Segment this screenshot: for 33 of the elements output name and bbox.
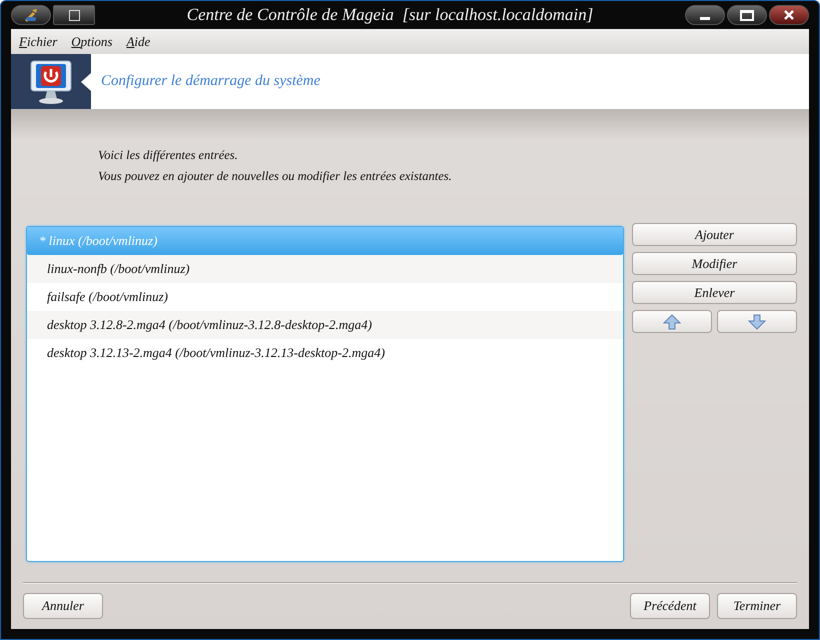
app-menu-button[interactable] <box>11 5 51 25</box>
nav-button[interactable]: Terminer <box>717 593 797 619</box>
maximize-icon <box>740 10 754 20</box>
header-pointer <box>81 72 91 90</box>
nav-button[interactable]: Précédent <box>630 593 710 619</box>
list-item[interactable]: linux-nonfb (/boot/vmlinuz) <box>27 255 623 283</box>
minimize-icon <box>700 16 710 20</box>
maximize-button[interactable] <box>727 5 767 25</box>
square-icon <box>68 10 80 20</box>
page-title: Configurer le démarrage du système <box>101 73 320 90</box>
move-up-button[interactable] <box>632 310 712 333</box>
window-button[interactable] <box>53 5 95 25</box>
menu-item[interactable]: Options <box>71 34 112 50</box>
action-button[interactable]: Ajouter <box>632 223 797 246</box>
minimize-button[interactable] <box>685 5 725 25</box>
down-arrow-icon <box>747 314 767 330</box>
list-item[interactable]: desktop 3.12.13-2.mga4 (/boot/vmlinuz-3.12.13-desktop-2.mga4) <box>27 339 623 367</box>
action-button[interactable]: Modifier <box>632 252 797 275</box>
cancel-button[interactable]: Annuler <box>23 593 103 619</box>
list-item[interactable]: failsafe (/boot/vmlinuz) <box>27 283 623 311</box>
window-title: Centre de Contrôle de Mageia [sur localhost.localdomain] <box>186 5 594 25</box>
close-button[interactable] <box>769 5 809 25</box>
move-down-button[interactable] <box>717 310 797 333</box>
menu-item[interactable]: Aide <box>126 34 150 50</box>
action-button[interactable]: Enlever <box>632 281 797 304</box>
intro-text: Voici les différentes entrées. <box>98 148 239 163</box>
tools-icon <box>23 8 39 22</box>
up-arrow-icon <box>662 314 682 330</box>
menu-item[interactable]: Fichier <box>19 34 58 50</box>
intro-text: Vous pouvez en ajouter de nouvelles ou modifier les entrées existantes. <box>98 169 453 184</box>
monitor-power-icon <box>29 58 73 104</box>
list-item[interactable]: desktop 3.12.8-2.mga4 (/boot/vmlinuz-3.12.8-desktop-2.mga4) <box>27 311 623 339</box>
close-icon <box>784 10 794 20</box>
